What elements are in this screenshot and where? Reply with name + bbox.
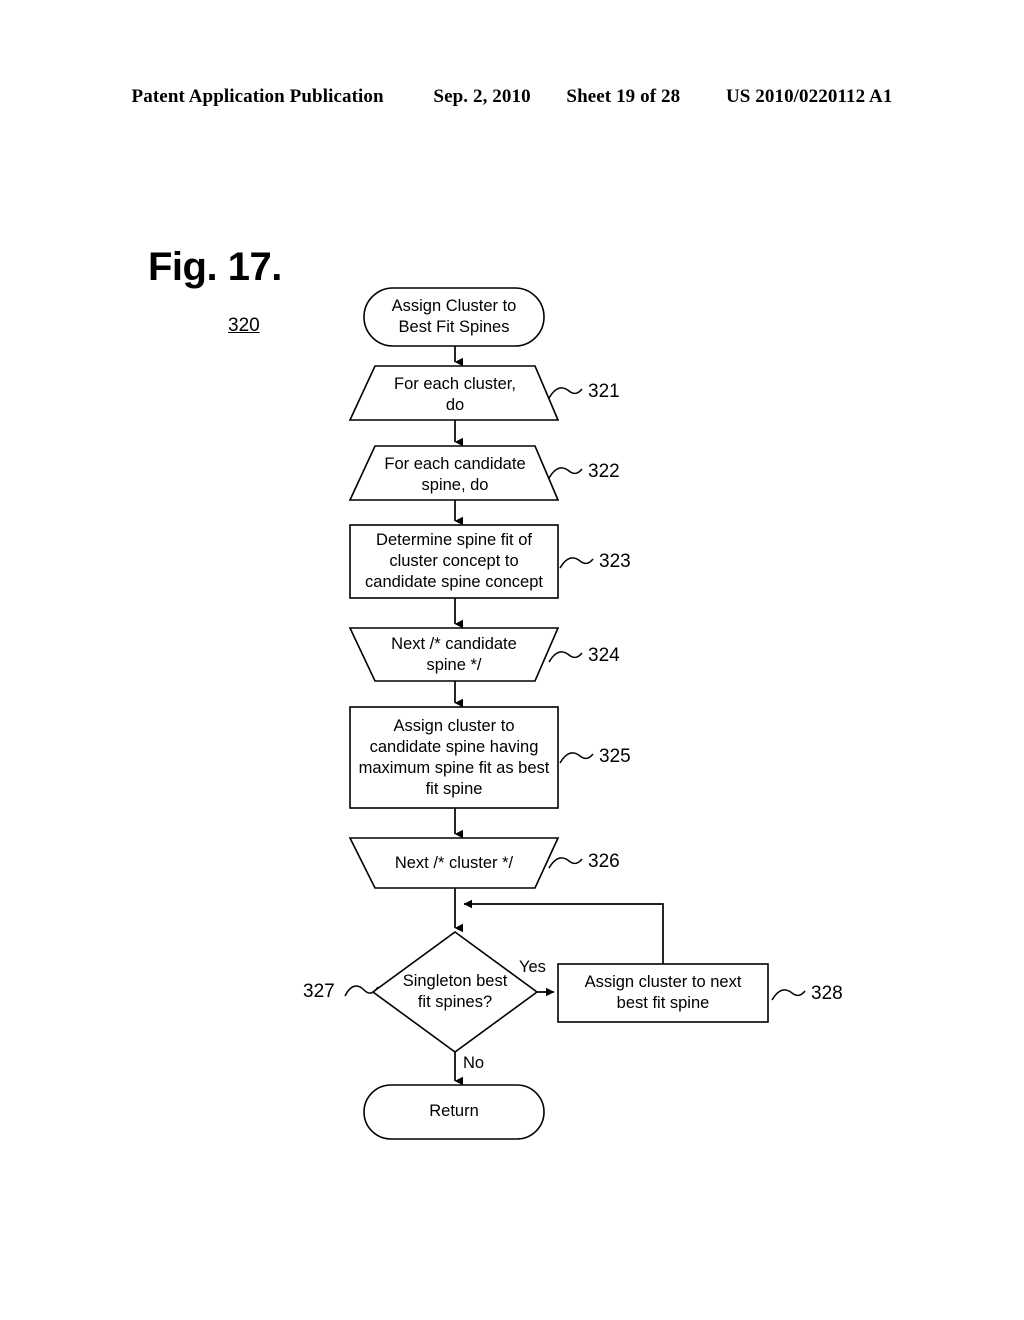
node-326-label: Next /* cluster */ <box>394 854 514 872</box>
node-324-label: Next /* candidate spine */ <box>391 635 517 674</box>
leader-323 <box>559 557 594 569</box>
leader-326 <box>548 857 583 869</box>
leader-324 <box>548 651 583 663</box>
ref-label-321: 321 <box>588 381 620 402</box>
node-323-label: Determine spine fit of cluster concept t… <box>365 531 543 591</box>
ref-label-328: 328 <box>811 983 843 1004</box>
node-start-label: Assign Cluster to Best Fit Spines <box>391 297 517 336</box>
ref-label-326: 326 <box>588 851 620 872</box>
node-end-label: Return <box>429 1102 479 1120</box>
edge-label-yes: Yes <box>519 958 546 976</box>
ref-label-322: 322 <box>588 461 620 482</box>
connector-328-feedback-loop <box>463 899 664 964</box>
node-321-label: For each cluster, do <box>394 375 516 414</box>
node-328-label: Assign cluster to next best fit spine <box>584 973 742 1012</box>
leader-321 <box>548 387 583 399</box>
leader-328 <box>771 989 806 1001</box>
ref-label-324: 324 <box>588 645 620 666</box>
leader-325 <box>559 752 594 764</box>
edge-label-no: No <box>463 1054 485 1072</box>
ref-label-327: 327 <box>303 981 335 1002</box>
node-322-label: For each candidate spine, do <box>384 455 526 494</box>
node-327-label: Singleton best fit spines? <box>402 972 508 1011</box>
ref-label-325: 325 <box>599 746 631 767</box>
node-325-label: Assign cluster to candidate spine having… <box>358 717 550 798</box>
ref-label-323: 323 <box>599 551 631 572</box>
